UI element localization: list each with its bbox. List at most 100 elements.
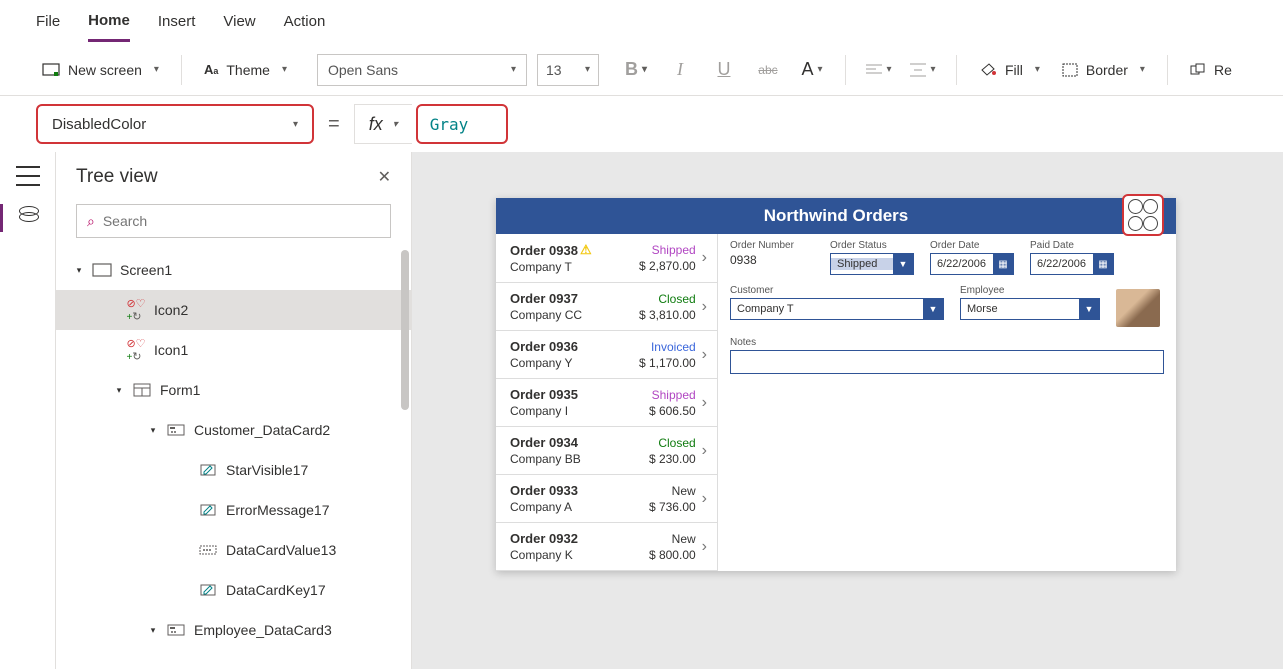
icon-icon: ⊘♡+↻ bbox=[126, 342, 146, 358]
menubar: File Home Insert View Action bbox=[0, 0, 1283, 44]
search-input[interactable] bbox=[103, 213, 380, 229]
paid-date-label: Paid Date bbox=[1030, 240, 1114, 251]
font-value: Open Sans bbox=[328, 62, 398, 78]
icon-icon: ⊘♡+↻ bbox=[126, 302, 146, 318]
menu-home[interactable]: Home bbox=[88, 2, 130, 42]
order-amount: $ 230.00 bbox=[628, 452, 696, 466]
tree-item-label: DataCardValue13 bbox=[226, 542, 336, 558]
tree-item[interactable]: DataCardKey17 bbox=[56, 570, 411, 610]
ribbon: New screen ▾ Aa Theme ▾ Open Sans ▾ 13 ▾… bbox=[0, 44, 1283, 96]
expand-caret[interactable]: ▾ bbox=[114, 385, 124, 396]
tree-item[interactable]: ▾Customer_DataCard2 bbox=[56, 410, 411, 450]
notes-input[interactable] bbox=[730, 350, 1164, 374]
separator bbox=[181, 55, 182, 85]
chevron-down-icon: ▾ bbox=[293, 119, 298, 130]
hamburger-icon[interactable] bbox=[16, 166, 40, 186]
chevron-right-icon: › bbox=[702, 394, 707, 412]
chevron-right-icon: › bbox=[702, 346, 707, 364]
tree-item[interactable]: ⊘♡+↻Icon1 bbox=[56, 330, 411, 370]
employee-dropdown[interactable]: Morse ▼ bbox=[960, 298, 1100, 320]
menu-view[interactable]: View bbox=[223, 3, 255, 40]
font-color-button[interactable]: A▾ bbox=[795, 54, 829, 86]
order-row[interactable]: Order 0932Company KNew$ 800.00› bbox=[496, 523, 717, 571]
chevron-down-icon: ▾ bbox=[511, 64, 516, 75]
menu-action[interactable]: Action bbox=[284, 3, 326, 40]
order-status: Shipped bbox=[628, 243, 696, 257]
fx-label: fx bbox=[369, 114, 383, 135]
tree-item[interactable]: ▾Screen1 bbox=[56, 250, 411, 290]
menu-file[interactable]: File bbox=[36, 3, 60, 40]
sync-icon-selected[interactable] bbox=[1122, 194, 1164, 236]
pencil-icon bbox=[198, 502, 218, 518]
screen-icon bbox=[42, 63, 60, 77]
tree-item[interactable]: StarVisible17 bbox=[56, 450, 411, 490]
font-size-select[interactable]: 13 ▾ bbox=[537, 54, 599, 86]
tree-item-label: Icon2 bbox=[154, 302, 188, 318]
order-row[interactable]: Order 0937Company CCClosed$ 3,810.00› bbox=[496, 283, 717, 331]
scrollbar[interactable] bbox=[401, 250, 409, 410]
reorder-button[interactable]: Re bbox=[1184, 58, 1238, 82]
company-name: Company CC bbox=[510, 308, 628, 322]
theme-button[interactable]: Aa Theme ▾ bbox=[198, 58, 293, 82]
employee-avatar bbox=[1116, 289, 1160, 327]
order-id: Order 0937 bbox=[510, 291, 578, 306]
tree-item[interactable]: ▾Employee_DataCard3 bbox=[56, 610, 411, 650]
border-button[interactable]: Border ▾ bbox=[1056, 58, 1151, 82]
tree-item[interactable]: ⊘♡+↻ Icon2 bbox=[56, 290, 411, 330]
warning-icon: ⚠ bbox=[580, 242, 592, 258]
chevron-down-icon: ▾ bbox=[1140, 64, 1145, 75]
expand-caret[interactable]: ▾ bbox=[74, 265, 84, 276]
order-amount: $ 800.00 bbox=[628, 548, 696, 562]
order-id: Order 0936 bbox=[510, 339, 578, 354]
search-box[interactable]: ⌕ bbox=[76, 204, 391, 238]
company-name: Company I bbox=[510, 404, 628, 418]
order-row[interactable]: Order 0934Company BBClosed$ 230.00› bbox=[496, 427, 717, 475]
menu-insert[interactable]: Insert bbox=[158, 3, 196, 40]
expand-caret[interactable]: ▾ bbox=[148, 425, 158, 436]
chevron-down-icon: ▾ bbox=[154, 64, 159, 75]
font-select[interactable]: Open Sans ▾ bbox=[317, 54, 527, 86]
card-icon bbox=[166, 622, 186, 638]
align-button[interactable]: ▾ bbox=[862, 54, 896, 86]
customer-label: Customer bbox=[730, 285, 944, 296]
separator bbox=[845, 55, 846, 85]
tree-view-icon[interactable] bbox=[17, 204, 39, 224]
new-screen-button[interactable]: New screen ▾ bbox=[36, 58, 165, 82]
valign-button[interactable]: ▾ bbox=[906, 54, 940, 86]
chevron-down-icon: ▾ bbox=[282, 64, 287, 75]
fill-button[interactable]: Fill ▾ bbox=[973, 58, 1046, 82]
tree-item-label: DataCardKey17 bbox=[226, 582, 326, 598]
tree-item[interactable]: DataCardValue13 bbox=[56, 530, 411, 570]
company-name: Company A bbox=[510, 500, 628, 514]
pencil-icon bbox=[198, 462, 218, 478]
border-icon bbox=[1062, 63, 1078, 77]
main: Tree view ✕ ⌕ ▾Screen1⊘♡+↻Icon2⊘♡+↻Icon1… bbox=[0, 152, 1283, 669]
italic-button[interactable]: I bbox=[663, 54, 697, 86]
order-row[interactable]: Order 0936Company YInvoiced$ 1,170.00› bbox=[496, 331, 717, 379]
chevron-down-icon: ▼ bbox=[923, 299, 943, 319]
expand-caret[interactable]: ▾ bbox=[148, 625, 158, 636]
tree-item[interactable]: ErrorMessage17 bbox=[56, 490, 411, 530]
order-row[interactable]: Order 0933Company ANew$ 736.00› bbox=[496, 475, 717, 523]
order-date-picker[interactable]: 6/22/2006 ▦ bbox=[930, 253, 1014, 275]
app-title-text: Northwind Orders bbox=[764, 206, 909, 225]
order-row[interactable]: Order 0935Company IShipped$ 606.50› bbox=[496, 379, 717, 427]
customer-dropdown[interactable]: Company T ▼ bbox=[730, 298, 944, 320]
order-status-dropdown[interactable]: Shipped ▼ bbox=[830, 253, 914, 275]
property-select[interactable]: DisabledColor ▾ bbox=[36, 104, 314, 144]
paid-date-picker[interactable]: 6/22/2006 ▦ bbox=[1030, 253, 1114, 275]
formula-input[interactable] bbox=[430, 115, 490, 134]
property-bar: DisabledColor ▾ = fx ▾ bbox=[0, 96, 1283, 152]
tree-item[interactable]: ▾Form1 bbox=[56, 370, 411, 410]
tree: ▾Screen1 ⊘♡+↻ Icon2 ⊘♡+↻Icon1▾Form1▾Custome… bbox=[56, 250, 411, 669]
chevron-right-icon: › bbox=[702, 442, 707, 460]
strike-button[interactable]: abc bbox=[751, 54, 785, 86]
fx-button[interactable]: fx ▾ bbox=[354, 104, 412, 144]
bold-button[interactable]: B ▾ bbox=[619, 54, 653, 86]
order-row[interactable]: Order 0938⚠Company TShipped$ 2,870.00› bbox=[496, 234, 717, 283]
close-icon[interactable]: ✕ bbox=[378, 167, 391, 187]
underline-button[interactable]: U bbox=[707, 54, 741, 86]
order-list: Order 0938⚠Company TShipped$ 2,870.00› Or… bbox=[496, 234, 718, 571]
theme-label: Theme bbox=[226, 62, 270, 78]
employee-label: Employee bbox=[960, 285, 1100, 296]
